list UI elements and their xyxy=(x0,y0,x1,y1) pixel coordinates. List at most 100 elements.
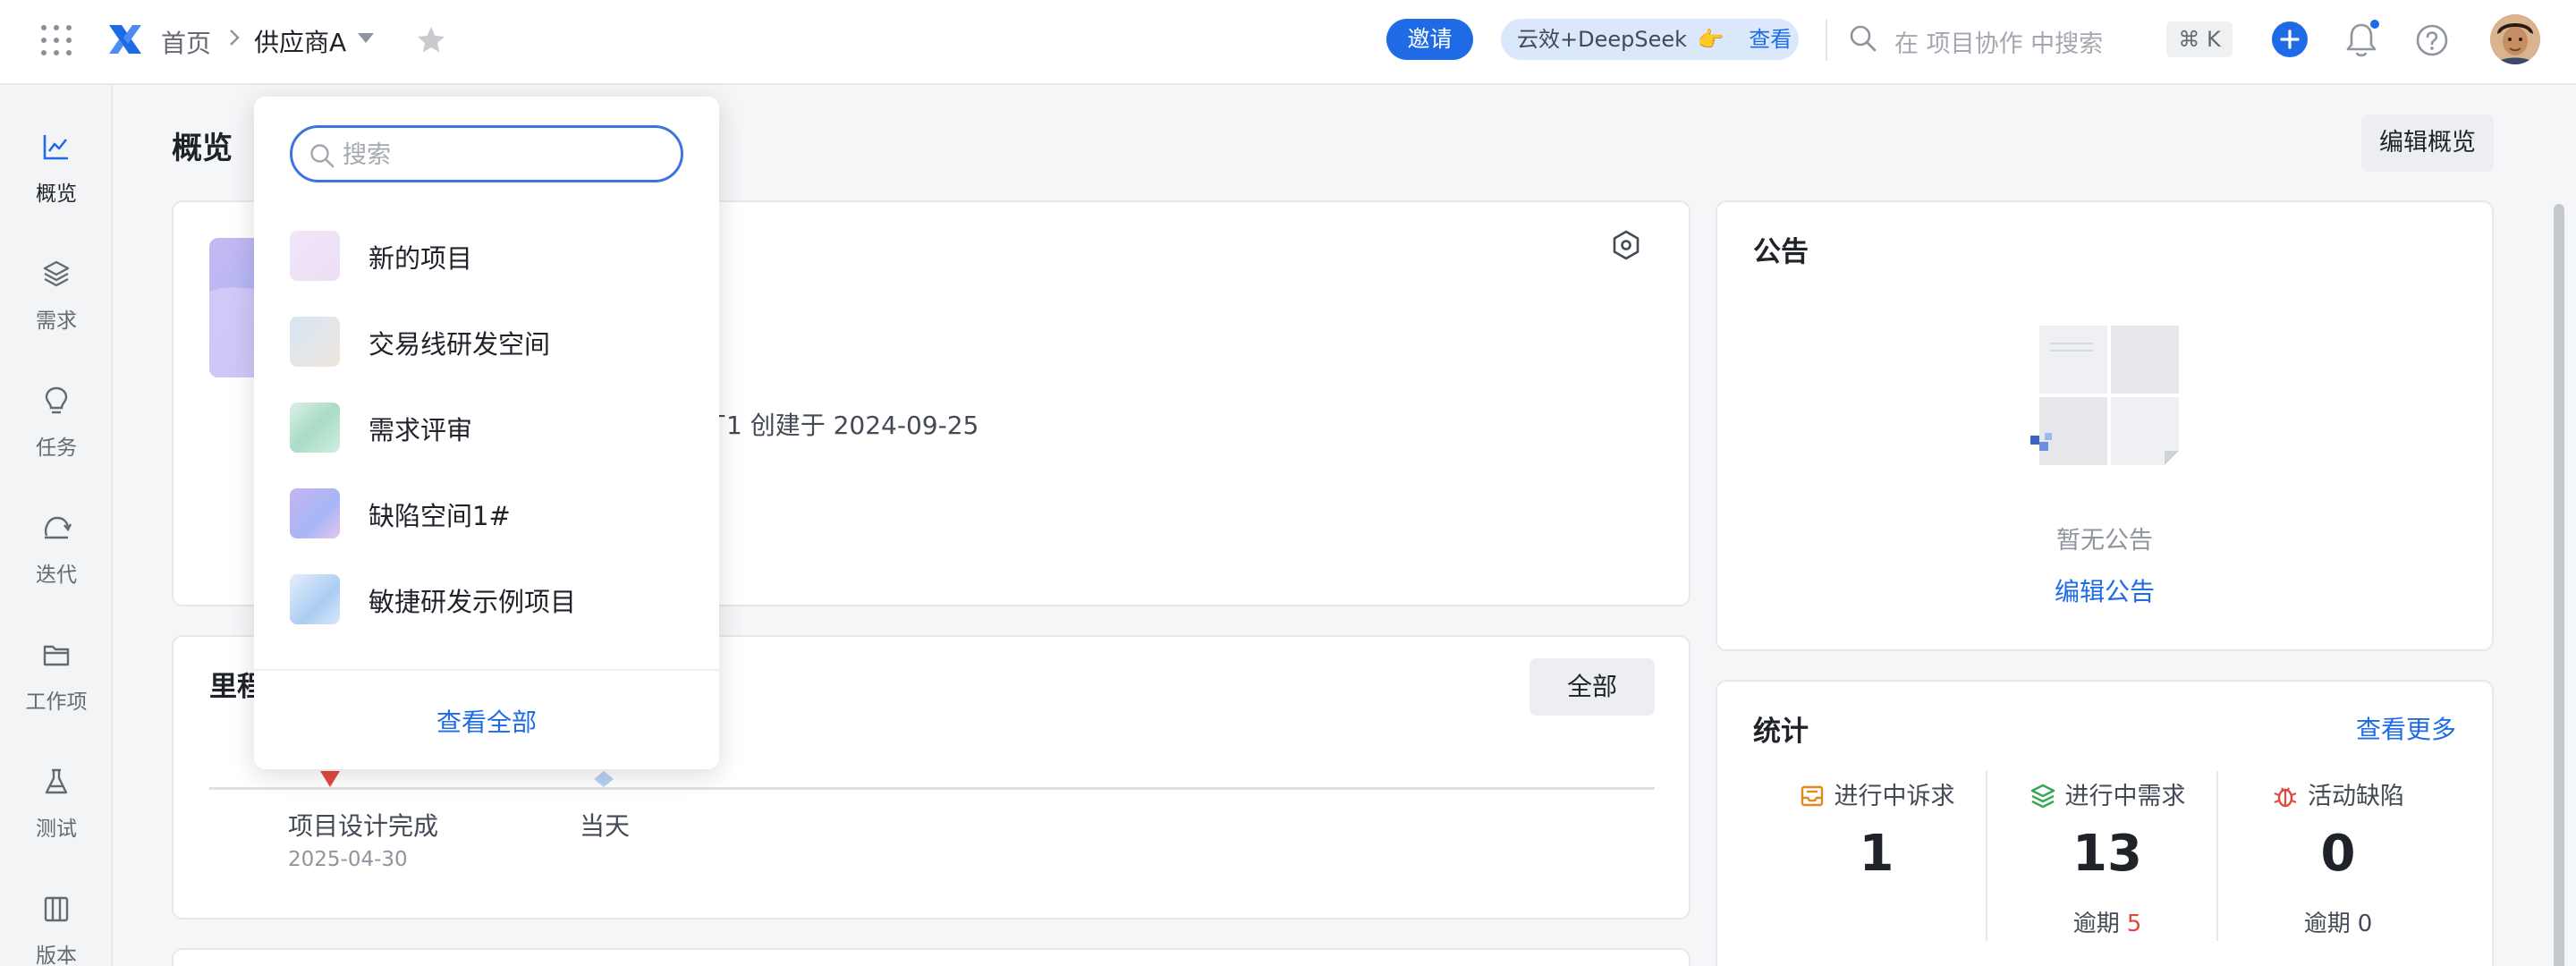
settings-icon[interactable] xyxy=(1610,229,1642,261)
top-bar: 首页 供应商A 邀请 云效+DeepSeek 👉 查看 在 项目协作 中搜索 ⌘… xyxy=(0,0,2576,85)
pointing-hand-icon: 👉 xyxy=(1697,27,1724,52)
stat-label: 进行中需求 xyxy=(2064,783,2186,810)
milestone-timeline xyxy=(209,787,1655,790)
stats-title: 统计 xyxy=(1753,716,1809,748)
project-option-name: 缺陷空间1# xyxy=(369,501,511,531)
milestone-name[interactable]: 项目设计完成 xyxy=(288,807,438,843)
project-thumbnail xyxy=(290,231,340,281)
overdue-count: 5 xyxy=(2126,911,2142,937)
today-marker-icon xyxy=(594,771,614,787)
project-option[interactable]: 新的项目 xyxy=(254,211,719,297)
page-title: 概览 xyxy=(172,131,233,166)
edit-overview-button[interactable]: 编辑概览 xyxy=(2361,114,2494,172)
project-option[interactable]: 交易线研发空间 xyxy=(254,297,719,383)
create-button[interactable] xyxy=(2272,21,2308,57)
global-search-input[interactable]: 在 项目协作 中搜索 xyxy=(1894,24,2103,59)
user-avatar[interactable] xyxy=(2490,14,2540,64)
project-option[interactable]: 需求评审 xyxy=(254,383,719,469)
stat-open-requests[interactable]: 进行中诉求 1 xyxy=(1762,767,1991,964)
stat-divider xyxy=(2216,771,2218,941)
stat-label: 进行中诉求 xyxy=(1834,783,1955,810)
folder-icon xyxy=(43,645,70,666)
sidebar-item-overview[interactable]: 概览 xyxy=(0,94,113,206)
invite-button[interactable]: 邀请 xyxy=(1386,19,1473,60)
lightbulb-icon xyxy=(45,386,68,414)
project-option[interactable]: 缺陷空间1# xyxy=(254,469,719,555)
project-thumbnail xyxy=(290,574,340,624)
book-icon xyxy=(44,896,69,922)
sidebar-item-tasks[interactable]: 任务 xyxy=(0,348,113,460)
ai-view-link[interactable]: 查看 xyxy=(1749,27,1792,52)
flask-icon xyxy=(45,768,68,794)
sidebar-item-label: 工作项 xyxy=(25,691,88,714)
stat-value: 1 xyxy=(1859,825,1894,883)
sidebar-item-iterations[interactable]: 迭代 xyxy=(0,475,113,587)
project-thumbnail xyxy=(290,488,340,538)
empty-state-illustration xyxy=(2030,326,2179,465)
stat-open-requirements[interactable]: 进行中需求 13 逾期 5 xyxy=(1993,767,2222,964)
dropdown-search-input[interactable] xyxy=(343,137,665,173)
project-switcher-dropdown: 新的项目 交易线研发空间 需求评审 缺陷空间1# 敏捷研发示例项目 查看全部 xyxy=(254,97,719,769)
chart-line-icon xyxy=(43,135,68,160)
chevron-right-icon xyxy=(230,30,240,46)
edit-notice-link[interactable]: 编辑公告 xyxy=(1717,572,2492,608)
stat-active-bugs[interactable]: 活动缺陷 0 逾期 0 xyxy=(2224,767,2453,964)
project-option-name: 新的项目 xyxy=(369,243,473,274)
plus-icon xyxy=(2280,30,2300,49)
sidebar-item-label: 版本 xyxy=(36,945,77,966)
stat-divider xyxy=(1986,771,1987,941)
today-label: 当天 xyxy=(580,811,631,841)
breadcrumb-home[interactable]: 首页 xyxy=(161,24,211,60)
layers-icon xyxy=(2030,784,2055,809)
left-sidebar: 概览 需求 任务 迭代 工作项 测试 版本 xyxy=(0,85,113,966)
project-option[interactable]: 敏捷研发示例项目 xyxy=(254,555,719,640)
sidebar-item-testing[interactable]: 测试 xyxy=(0,729,113,841)
sidebar-item-label: 测试 xyxy=(36,818,77,841)
search-shortcut-badge: ⌘ K xyxy=(2166,21,2233,57)
notification-dot xyxy=(2368,18,2381,30)
breadcrumb-current[interactable]: 供应商A xyxy=(254,23,346,59)
header-divider xyxy=(1826,20,1827,61)
app-grid-icon[interactable] xyxy=(41,25,72,55)
notice-card: 公告 暂无公告 编辑公告 xyxy=(1716,200,2494,651)
dropdown-search-box[interactable] xyxy=(290,125,683,182)
inbox-icon xyxy=(1801,785,1823,807)
sidebar-item-workitems[interactable]: 工作项 xyxy=(0,602,113,714)
ai-assistant-pill[interactable]: 云效+DeepSeek 👉 查看 xyxy=(1501,19,1799,60)
stats-more-link[interactable]: 查看更多 xyxy=(2356,710,2456,746)
milestone-all-button[interactable]: 全部 xyxy=(1530,658,1655,716)
project-option-name: 需求评审 xyxy=(369,415,473,445)
sidebar-item-versions[interactable]: 版本 xyxy=(0,856,113,966)
milestone-marker-icon[interactable] xyxy=(318,769,342,789)
sidebar-item-label: 概览 xyxy=(36,182,77,206)
search-icon[interactable] xyxy=(1848,23,1878,54)
caret-down-icon[interactable] xyxy=(356,30,376,45)
search-icon xyxy=(310,144,335,168)
help-icon[interactable] xyxy=(2415,23,2449,57)
project-meta: 丁1 创建于 2024-09-25 xyxy=(701,411,979,440)
page-scrollbar[interactable] xyxy=(2554,204,2564,966)
app-logo-icon[interactable] xyxy=(106,20,145,59)
ai-label: 云效+DeepSeek xyxy=(1517,27,1688,52)
dropdown-divider xyxy=(254,669,719,671)
sidebar-item-label: 迭代 xyxy=(36,564,77,587)
project-thumbnail xyxy=(290,402,340,453)
bug-icon xyxy=(2274,787,2297,808)
overdue-count: 0 xyxy=(2357,911,2373,937)
notice-empty-text: 暂无公告 xyxy=(2056,527,2153,555)
stat-overdue: 逾期 0 xyxy=(2224,905,2453,938)
layers-icon xyxy=(43,260,70,287)
stat-overdue: 逾期 5 xyxy=(1993,905,2222,938)
stat-label: 活动缺陷 xyxy=(2308,783,2404,810)
stat-value: 13 xyxy=(2072,825,2142,883)
stat-value: 0 xyxy=(2320,825,2356,883)
bottom-card xyxy=(172,948,1690,966)
view-all-projects-link[interactable]: 查看全部 xyxy=(254,703,719,739)
milestone-date: 2025-04-30 xyxy=(288,848,408,871)
sidebar-item-requirements[interactable]: 需求 xyxy=(0,221,113,333)
sidebar-item-label: 需求 xyxy=(36,309,77,333)
star-icon[interactable] xyxy=(415,24,447,56)
project-option-name: 交易线研发空间 xyxy=(369,329,551,360)
cycle-icon xyxy=(45,516,72,539)
sidebar-item-label: 任务 xyxy=(36,436,77,460)
